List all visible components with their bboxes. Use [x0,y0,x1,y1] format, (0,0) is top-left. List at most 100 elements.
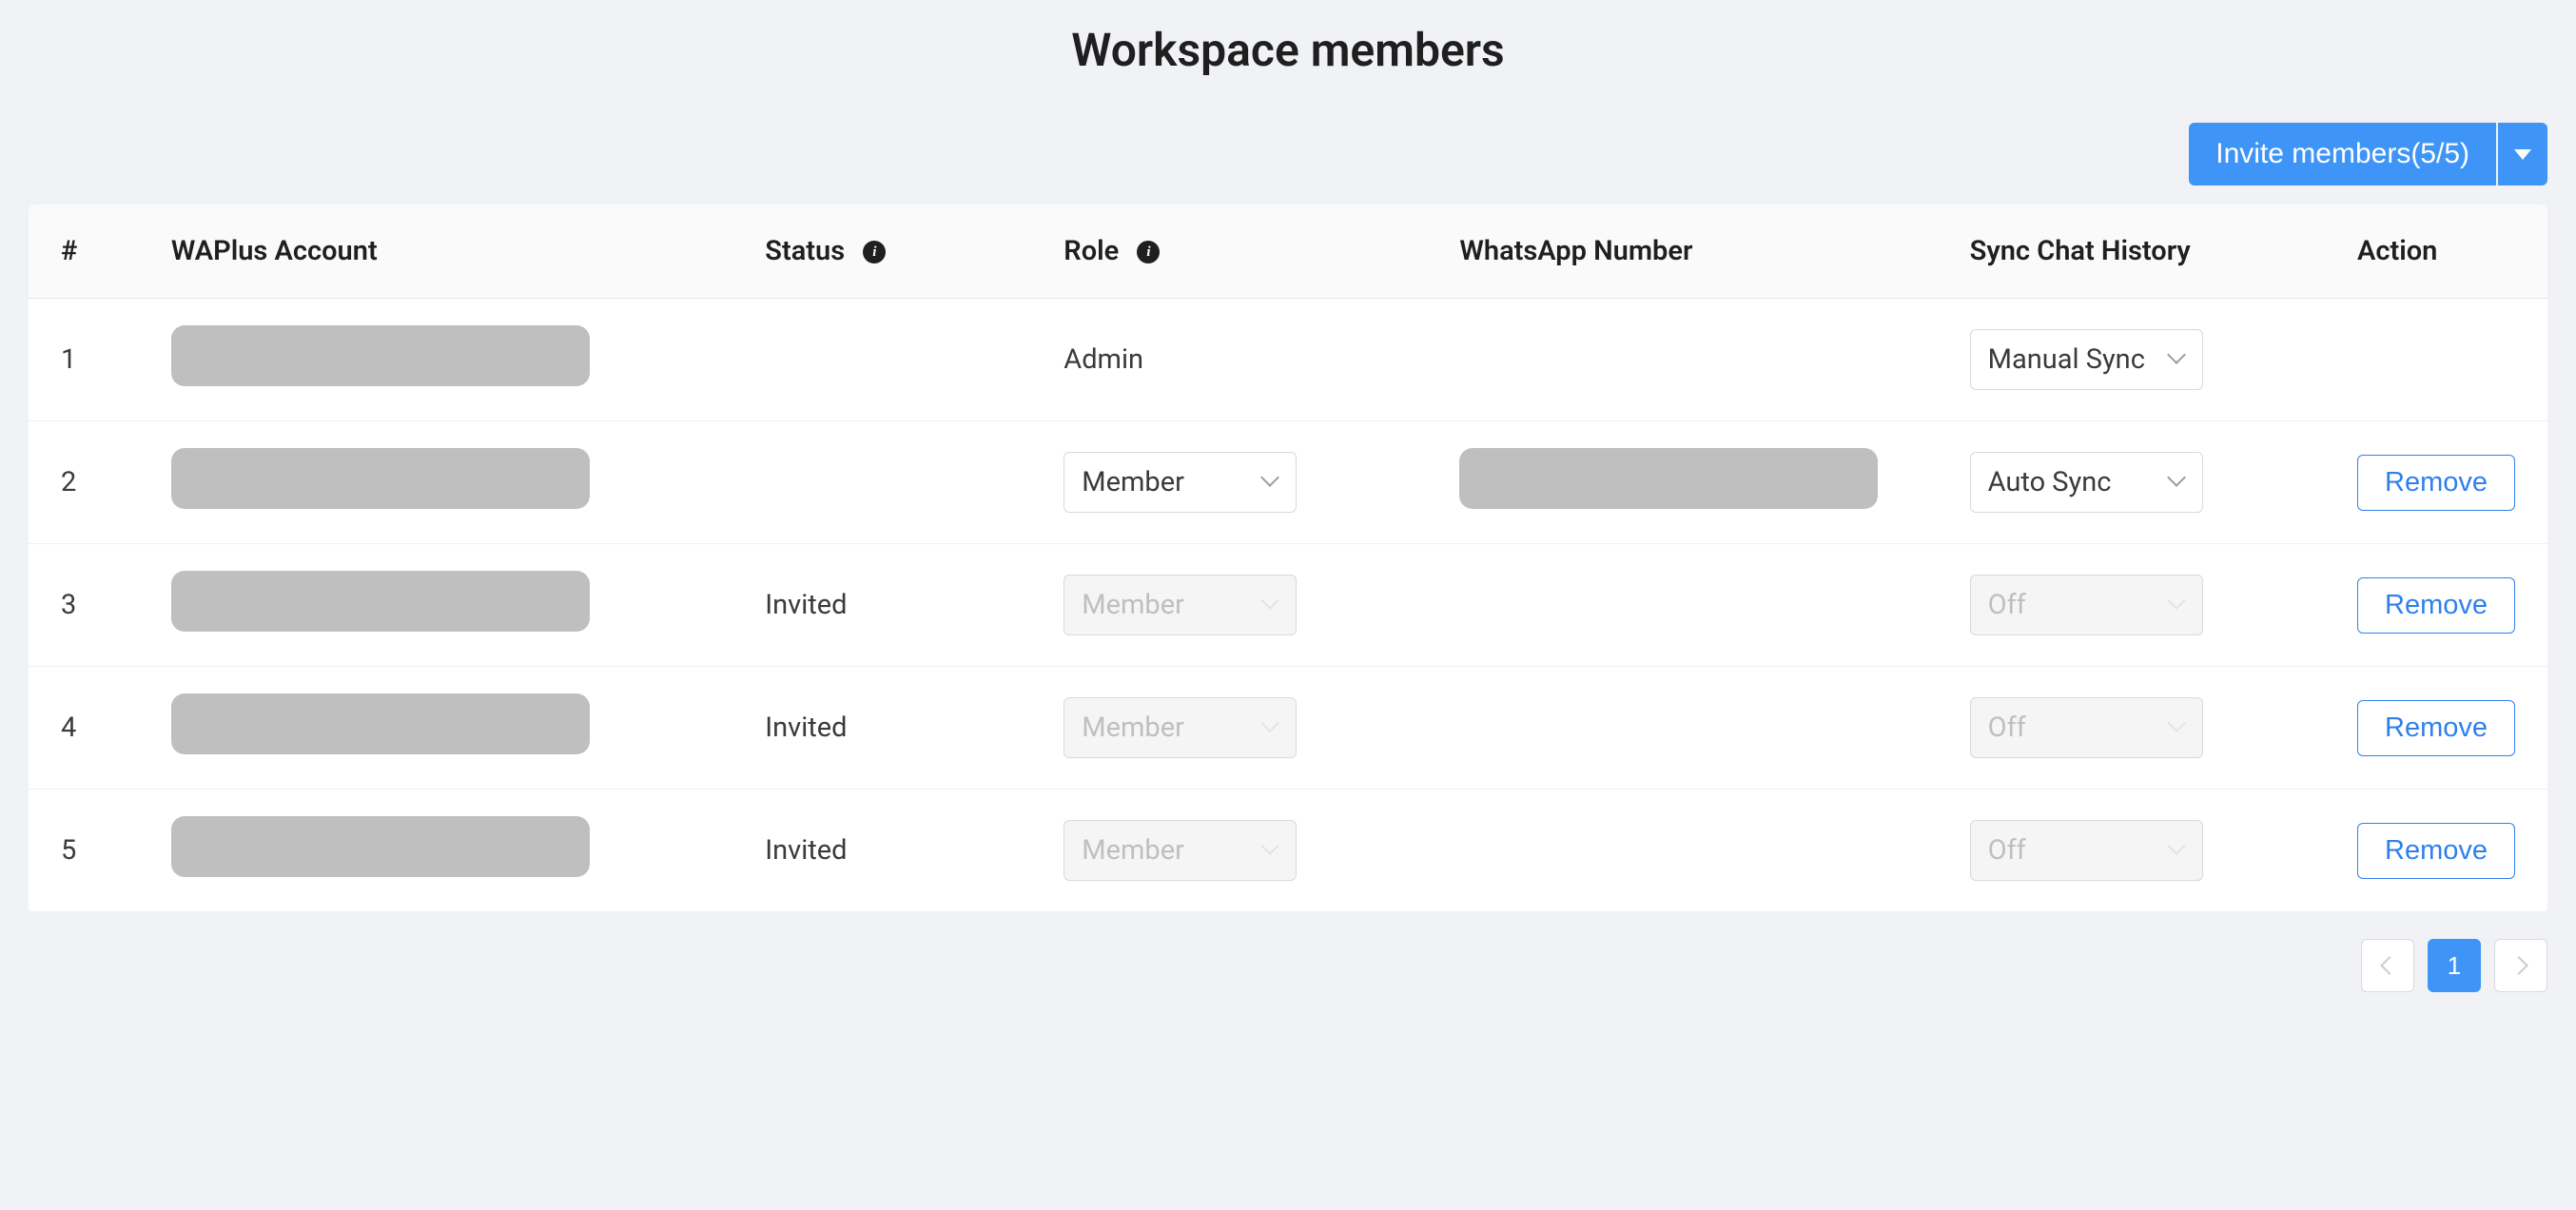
remove-button[interactable]: Remove [2357,577,2515,634]
role-cell: Member [1031,544,1427,667]
sync-cell: Off [1938,667,2325,790]
role-select-value: Member [1082,589,1184,621]
remove-button[interactable]: Remove [2357,455,2515,511]
chevron-down-icon [2170,843,2185,858]
action-cell [2325,299,2547,421]
chevron-down-icon [2170,352,2185,367]
whatsapp-cell [1427,667,1937,790]
whatsapp-cell [1427,790,1937,912]
status-cell [732,299,1031,421]
table-row: 5 Invited Member Off Remove [29,790,2547,912]
account-cell [139,421,732,544]
status-label: Status [765,235,845,267]
status-cell: Invited [732,667,1031,790]
role-select-value: Member [1082,466,1184,498]
members-table: # WAPlus Account Status i Role i WhatsAp… [29,205,2547,912]
invite-members-button[interactable]: Invite members(5/5) [2189,123,2496,185]
chevron-down-icon [1263,720,1278,735]
pagination-page-1[interactable]: 1 [2428,939,2481,992]
chevron-down-icon [2170,475,2185,490]
row-number: 3 [29,544,139,667]
role-label: Role [1064,235,1119,267]
sync-cell: Off [1938,544,2325,667]
col-header-role: Role i [1031,205,1427,299]
sync-select-value: Off [1988,834,2026,867]
col-header-action: Action [2325,205,2547,299]
role-cell: Member [1031,421,1427,544]
invite-members-dropdown[interactable] [2498,123,2547,185]
redacted-account [171,448,590,509]
table-row: 4 Invited Member Off Remove [29,667,2547,790]
chevron-down-icon [1263,475,1278,490]
caret-down-icon [2514,149,2531,160]
action-cell: Remove [2325,790,2547,912]
sync-select-value: Auto Sync [1988,466,2112,498]
chevron-down-icon [1263,597,1278,613]
chevron-down-icon [2170,597,2185,613]
row-number: 2 [29,421,139,544]
role-cell: Member [1031,790,1427,912]
sync-select-value: Off [1988,589,2026,621]
role-select: Member [1064,575,1297,635]
table-row: 2 Member Auto Sync Remove [29,421,2547,544]
col-header-number: # [29,205,139,299]
sync-cell: Off [1938,790,2325,912]
pagination: 1 [29,939,2547,992]
row-number: 4 [29,667,139,790]
pagination-next[interactable] [2494,939,2547,992]
chevron-down-icon [2170,720,2185,735]
chevron-right-icon [2509,956,2528,975]
table-row: 1 Admin Manual Sync [29,299,2547,421]
row-number: 5 [29,790,139,912]
role-select: Member [1064,697,1297,758]
sync-select-value: Off [1988,712,2026,744]
whatsapp-cell [1427,299,1937,421]
page-title: Workspace members [29,23,2547,77]
status-cell [732,421,1031,544]
info-icon[interactable]: i [1137,241,1160,263]
pagination-prev[interactable] [2361,939,2414,992]
role-text: Admin [1064,343,1143,376]
sync-cell: Auto Sync [1938,421,2325,544]
sync-cell: Manual Sync [1938,299,2325,421]
col-header-sync: Sync Chat History [1938,205,2325,299]
sync-select: Off [1970,820,2203,881]
row-number: 1 [29,299,139,421]
action-cell: Remove [2325,667,2547,790]
redacted-account [171,816,590,877]
info-icon[interactable]: i [863,241,886,263]
account-cell [139,544,732,667]
redacted-account [171,325,590,386]
sync-select: Off [1970,575,2203,635]
whatsapp-cell [1427,544,1937,667]
sync-select[interactable]: Manual Sync [1970,329,2203,390]
col-header-account: WAPlus Account [139,205,732,299]
action-cell: Remove [2325,544,2547,667]
col-header-status: Status i [732,205,1031,299]
toolbar: Invite members(5/5) [29,123,2547,185]
role-cell: Admin [1031,299,1427,421]
role-select[interactable]: Member [1064,452,1297,513]
chevron-down-icon [1263,843,1278,858]
chevron-left-icon [2380,956,2399,975]
role-select-value: Member [1082,712,1184,744]
sync-select-value: Manual Sync [1988,343,2145,376]
redacted-account [171,571,590,632]
whatsapp-cell [1427,421,1937,544]
col-header-whatsapp: WhatsApp Number [1427,205,1937,299]
remove-button[interactable]: Remove [2357,823,2515,879]
table-row: 3 Invited Member Off Remove [29,544,2547,667]
action-cell: Remove [2325,421,2547,544]
role-select: Member [1064,820,1297,881]
account-cell [139,790,732,912]
sync-select: Off [1970,697,2203,758]
remove-button[interactable]: Remove [2357,700,2515,756]
redacted-whatsapp [1459,448,1878,509]
status-cell: Invited [732,790,1031,912]
sync-select[interactable]: Auto Sync [1970,452,2203,513]
role-cell: Member [1031,667,1427,790]
role-select-value: Member [1082,834,1184,867]
status-cell: Invited [732,544,1031,667]
redacted-account [171,693,590,754]
account-cell [139,299,732,421]
